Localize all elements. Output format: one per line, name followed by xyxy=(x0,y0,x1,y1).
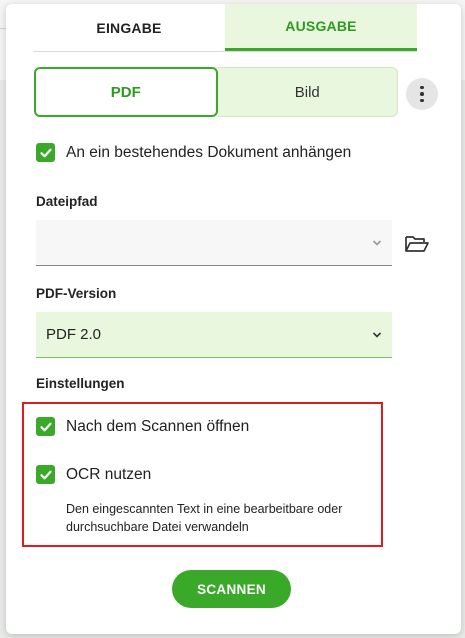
highlight-box xyxy=(22,402,383,547)
append-option[interactable]: An ein bestehendes Dokument anhängen xyxy=(36,143,351,162)
append-label: An ein bestehendes Dokument anhängen xyxy=(66,143,352,161)
tab-input[interactable]: EINGABE xyxy=(33,4,225,51)
version-label: PDF-Version xyxy=(36,286,117,301)
scan-settings-panel: EINGABE AUSGABE PDF Bild An ein bestehen… xyxy=(6,4,461,634)
chevron-down-icon xyxy=(372,239,382,246)
append-checkbox[interactable] xyxy=(36,143,55,162)
browse-folder-button[interactable] xyxy=(404,233,430,255)
format-pdf-button[interactable]: PDF xyxy=(34,67,218,117)
more-options-button[interactable] xyxy=(406,78,438,110)
check-icon xyxy=(39,148,52,157)
settings-label: Einstellungen xyxy=(36,376,125,391)
tab-output[interactable]: AUSGABE xyxy=(225,4,417,51)
chevron-down-icon xyxy=(372,331,382,338)
version-value: PDF 2.0 xyxy=(46,326,102,343)
scan-button[interactable]: SCANNEN xyxy=(172,570,291,608)
path-label: Dateipfad xyxy=(36,194,98,209)
tab-bar: EINGABE AUSGABE xyxy=(33,4,417,52)
format-image-button[interactable]: Bild xyxy=(217,67,398,117)
path-dropdown[interactable] xyxy=(36,220,392,266)
folder-open-icon xyxy=(405,236,429,252)
version-dropdown[interactable]: PDF 2.0 xyxy=(36,312,392,358)
format-selector: PDF Bild xyxy=(34,67,398,117)
more-vertical-icon xyxy=(420,85,424,103)
